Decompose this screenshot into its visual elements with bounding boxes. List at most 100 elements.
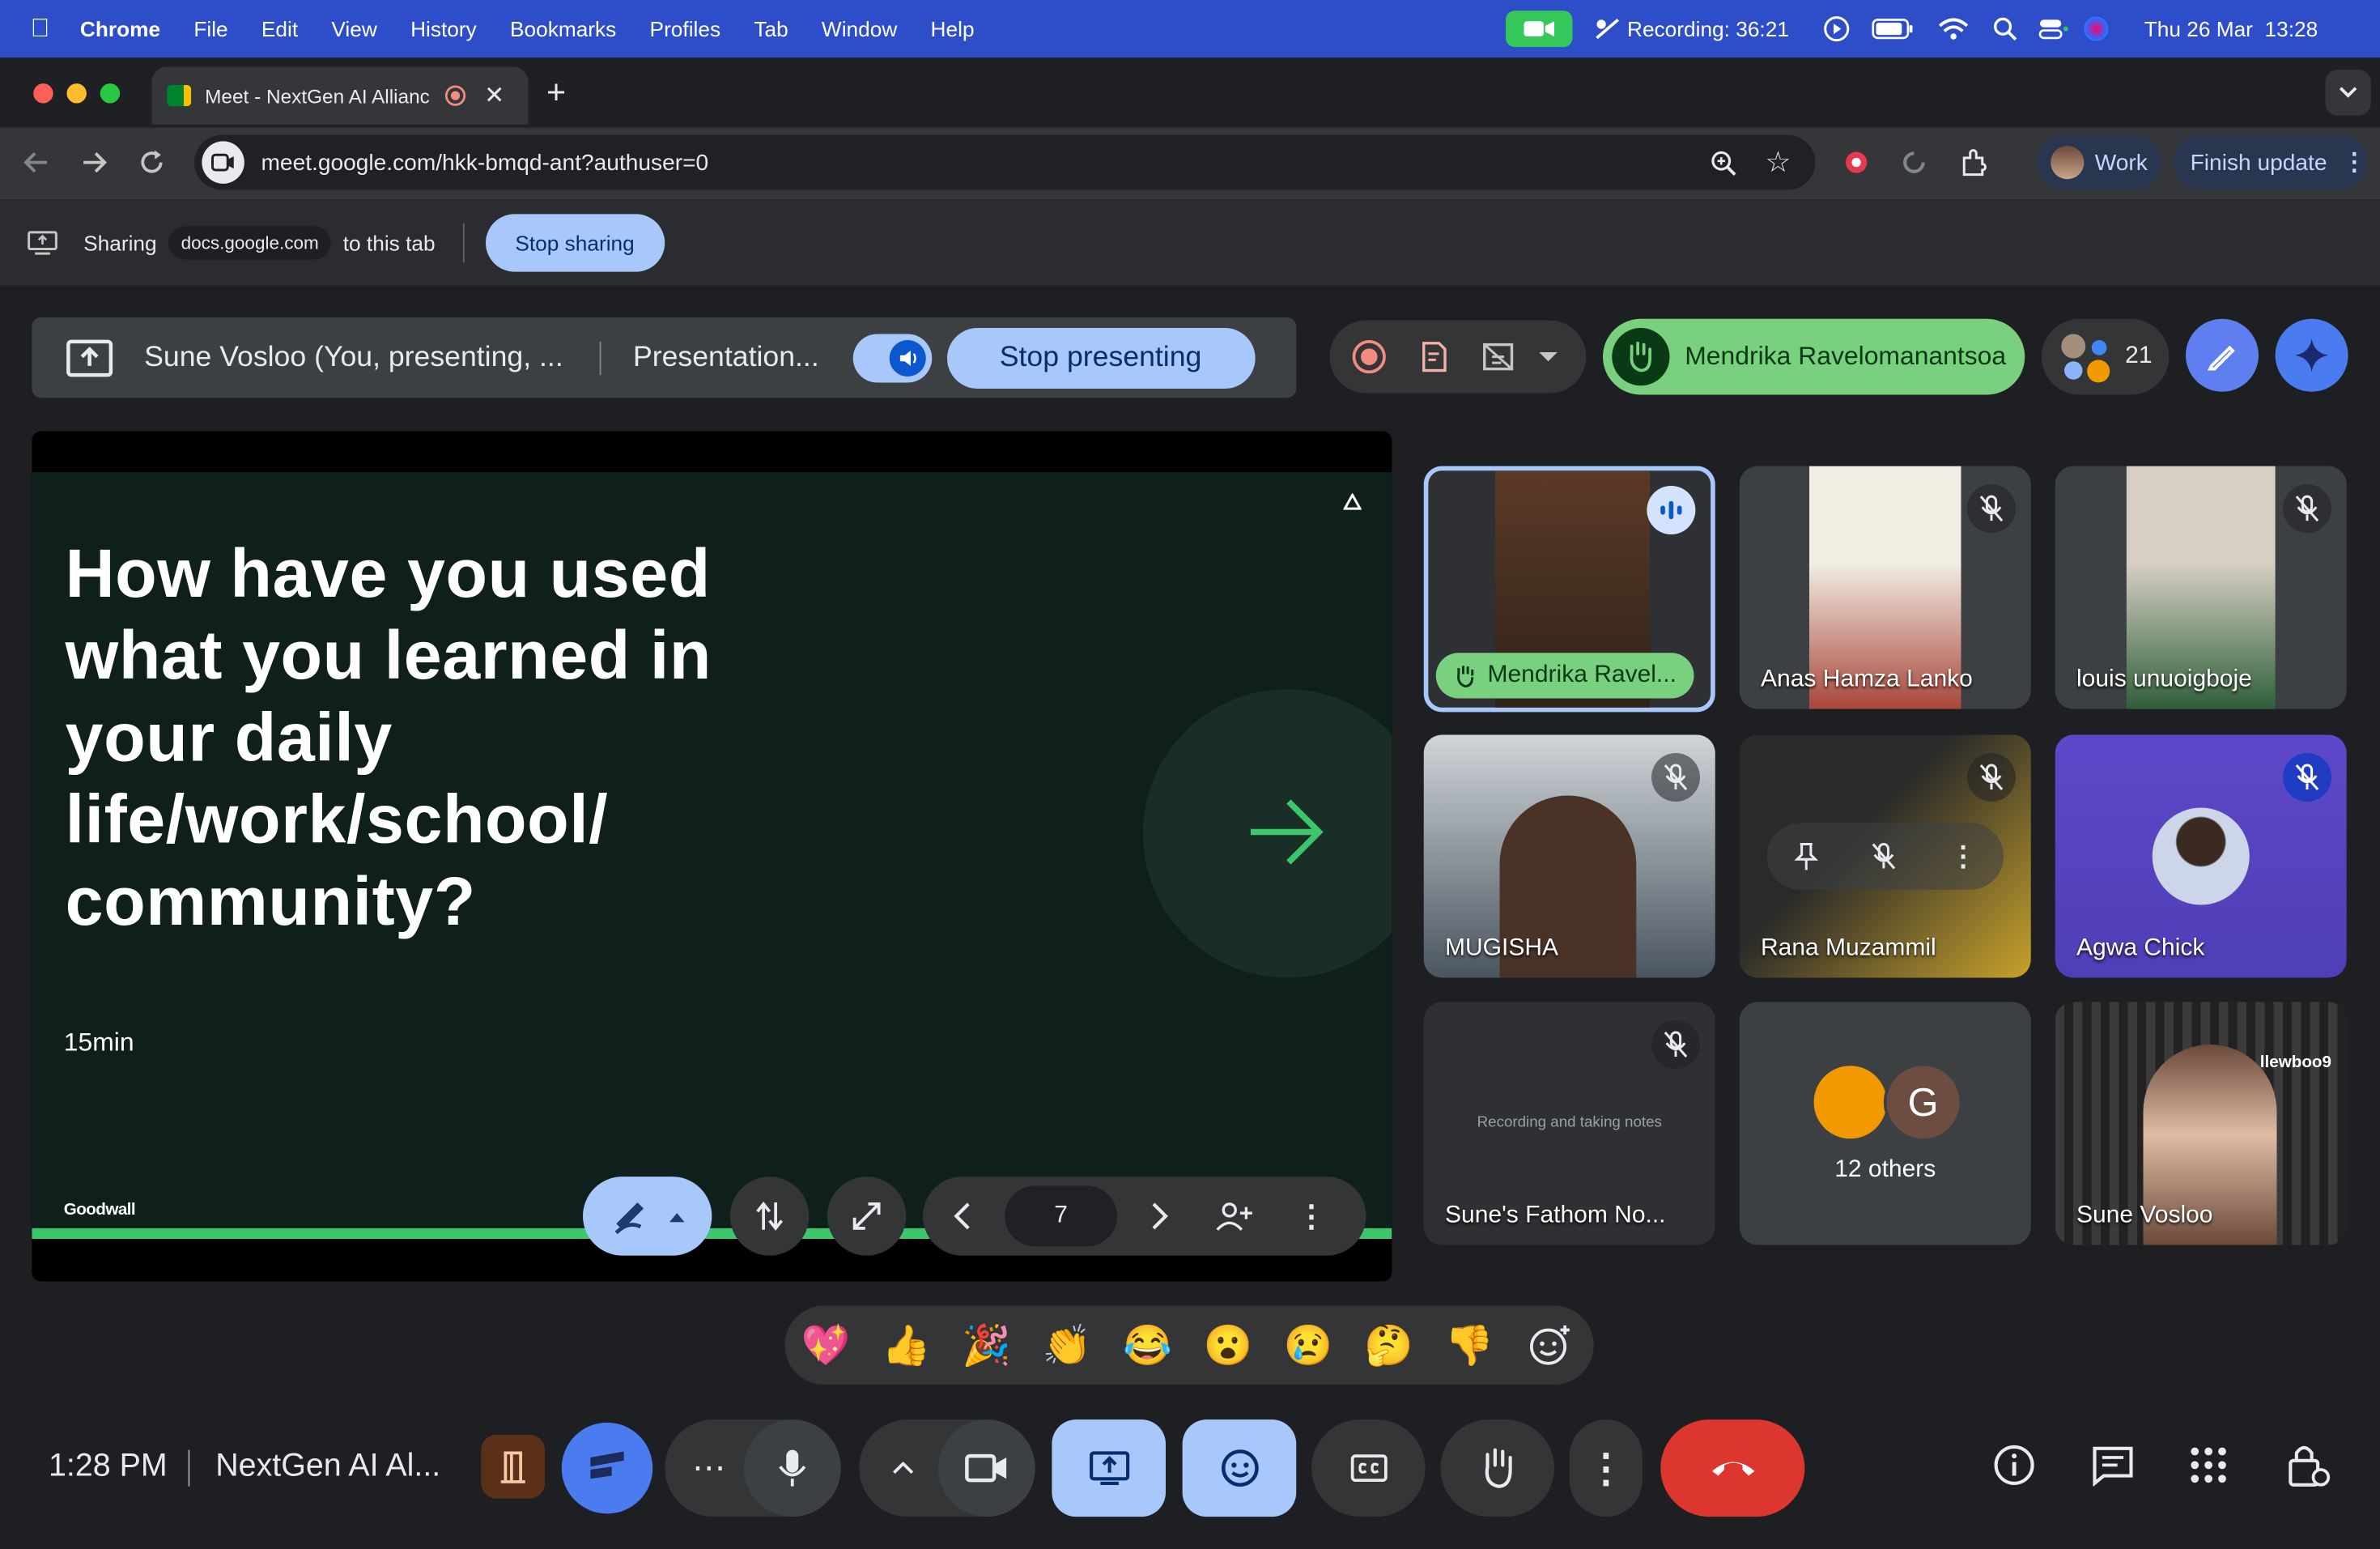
raised-hand-chip[interactable]: Mendrika Ravelomanantsoa bbox=[1603, 318, 2025, 395]
captions-button[interactable] bbox=[1311, 1419, 1426, 1517]
chevron-up-icon[interactable] bbox=[893, 1462, 914, 1475]
reaction-sparkling-heart[interactable]: 💖 bbox=[796, 1315, 856, 1376]
transcript-icon[interactable] bbox=[1416, 338, 1452, 375]
reaction-crying[interactable]: 😢 bbox=[1278, 1315, 1339, 1376]
fullscreen-icon[interactable] bbox=[827, 1177, 907, 1256]
tab-close-icon[interactable]: ✕ bbox=[484, 80, 504, 111]
reaction-clapping[interactable]: 👏 bbox=[1037, 1315, 1098, 1376]
participant-tile[interactable]: MUGISHA bbox=[1423, 734, 1715, 978]
menu-window[interactable]: Window bbox=[822, 17, 897, 41]
zoom-window-icon[interactable] bbox=[100, 83, 121, 104]
meeting-info-icon[interactable] bbox=[1991, 1442, 2037, 1487]
speaker-icon bbox=[888, 339, 925, 377]
reload-icon[interactable] bbox=[137, 147, 168, 178]
next-slide-icon[interactable] bbox=[1150, 1201, 1169, 1232]
bookmark-star-icon[interactable]: ☆ bbox=[1766, 145, 1791, 180]
recording-timer[interactable]: Recording: 36:21 bbox=[1627, 17, 1789, 41]
menu-help[interactable]: Help bbox=[931, 17, 975, 41]
menu-bookmarks[interactable]: Bookmarks bbox=[510, 17, 616, 41]
presentation-audio-toggle[interactable] bbox=[852, 333, 932, 382]
menu-file[interactable]: File bbox=[193, 17, 227, 41]
no-notes-icon[interactable] bbox=[1480, 338, 1516, 375]
menu-profiles[interactable]: Profiles bbox=[650, 17, 721, 41]
reaction-surprised[interactable]: 😮 bbox=[1197, 1315, 1258, 1376]
fathom-app-button[interactable] bbox=[561, 1422, 653, 1514]
menu-tab[interactable]: Tab bbox=[754, 17, 788, 41]
participant-tile[interactable]: Agwa Chick bbox=[2055, 734, 2347, 978]
menu-view[interactable]: View bbox=[331, 17, 376, 41]
tab-search-icon[interactable] bbox=[2325, 70, 2371, 116]
wifi-icon[interactable] bbox=[1938, 17, 1969, 41]
apple-icon[interactable]:  bbox=[31, 14, 50, 45]
reaction-party-popper[interactable]: 🎉 bbox=[956, 1315, 1017, 1376]
annotate-button[interactable] bbox=[583, 1177, 712, 1256]
chevron-down-icon[interactable] bbox=[1537, 351, 1558, 363]
control-center-icon[interactable] bbox=[2038, 17, 2068, 41]
camera-active-icon[interactable] bbox=[1506, 11, 1573, 48]
add-person-icon[interactable] bbox=[1214, 1201, 1254, 1232]
record-icon[interactable] bbox=[1351, 338, 1388, 375]
more-vert-icon[interactable]: ⋮ bbox=[1949, 840, 1977, 872]
spotlight-icon[interactable] bbox=[1992, 17, 2017, 41]
new-tab-icon[interactable]: + bbox=[546, 73, 566, 113]
raise-hand-button[interactable] bbox=[1440, 1419, 1554, 1517]
others-tile[interactable]: G 12 others bbox=[1739, 1002, 2031, 1245]
mic-button[interactable] bbox=[743, 1419, 841, 1517]
participant-tile[interactable]: Anas Hamza Lanko bbox=[1739, 466, 2031, 709]
play-icon[interactable] bbox=[1822, 15, 1850, 43]
url-text[interactable]: meet.google.com/hkk-bmqd-ant?authuser=0 bbox=[261, 150, 709, 176]
gemini-sparkle-button[interactable] bbox=[2275, 318, 2348, 392]
mic-off-icon[interactable] bbox=[1872, 843, 1896, 870]
extension-recording-icon[interactable] bbox=[1842, 149, 1870, 177]
presentation-source[interactable]: Presentation... bbox=[633, 341, 819, 374]
slide-page-number[interactable]: 7 bbox=[1005, 1185, 1117, 1247]
reaction-thumbs-down[interactable]: 👎 bbox=[1439, 1315, 1500, 1376]
menu-edit[interactable]: Edit bbox=[261, 17, 298, 41]
participant-tile[interactable]: Mendrika Ravel... bbox=[1423, 466, 1715, 713]
more-options-button[interactable]: ⋮ bbox=[1569, 1419, 1643, 1517]
menu-history[interactable]: History bbox=[410, 17, 477, 41]
participant-tile[interactable]: llewboo9 Sune Vosloo bbox=[2055, 1002, 2347, 1245]
reaction-laughing[interactable]: 😂 bbox=[1117, 1315, 1178, 1376]
meeting-title[interactable]: NextGen AI Al... bbox=[215, 1449, 440, 1485]
extension-loader-icon[interactable] bbox=[1901, 149, 1928, 177]
reaction-thumbs-up[interactable]: 👍 bbox=[876, 1315, 937, 1376]
stop-sharing-button[interactable]: Stop sharing bbox=[485, 213, 665, 271]
tab-meet[interactable]: Meet - NextGen AI Allianc ✕ bbox=[151, 66, 529, 125]
participant-tile[interactable]: Recording and taking notes Sune's Fathom… bbox=[1423, 1002, 1715, 1245]
minimize-window-icon[interactable] bbox=[66, 83, 87, 104]
audio-options-icon[interactable]: ⋯ bbox=[692, 1449, 725, 1488]
zoom-icon[interactable] bbox=[1711, 150, 1736, 176]
participants-button[interactable]: 21 bbox=[2041, 318, 2170, 395]
reactions-button[interactable] bbox=[1182, 1419, 1297, 1517]
battery-icon[interactable] bbox=[1871, 19, 1914, 40]
more-vert-icon[interactable]: ⋮ bbox=[1296, 1197, 1327, 1235]
close-window-icon[interactable] bbox=[33, 83, 53, 104]
swap-icon[interactable] bbox=[729, 1177, 810, 1256]
back-icon[interactable] bbox=[21, 147, 52, 178]
chat-icon[interactable] bbox=[2090, 1444, 2136, 1487]
participant-tile[interactable]: ⋮ Rana Muzammil bbox=[1739, 734, 2031, 978]
menubar-datetime[interactable]: Thu 26 Mar 13:28 bbox=[2144, 17, 2318, 41]
address-bar[interactable]: meet.google.com/hkk-bmqd-ant?authuser=0 … bbox=[194, 134, 1816, 190]
whiteboard-pen-button[interactable] bbox=[2186, 318, 2259, 392]
door-icon[interactable] bbox=[481, 1434, 546, 1499]
camera-button[interactable] bbox=[937, 1419, 1035, 1517]
profile-work-button[interactable]: Work bbox=[2037, 134, 2161, 190]
present-button[interactable] bbox=[1052, 1419, 1166, 1517]
host-controls-lock-icon[interactable] bbox=[2286, 1440, 2331, 1489]
add-reaction-icon[interactable] bbox=[1519, 1315, 1580, 1376]
activities-grid-icon[interactable] bbox=[2189, 1445, 2229, 1485]
pin-icon[interactable] bbox=[1793, 841, 1818, 872]
prev-slide-icon[interactable] bbox=[954, 1201, 972, 1232]
finish-update-button[interactable]: Finish update ⋮ bbox=[2174, 134, 2368, 190]
reaction-thinking[interactable]: 🤔 bbox=[1358, 1315, 1419, 1376]
menu-app-name[interactable]: Chrome bbox=[80, 17, 160, 41]
site-info-icon[interactable] bbox=[202, 141, 244, 184]
participant-tile[interactable]: louis unuoigboje bbox=[2055, 466, 2347, 709]
forward-icon[interactable] bbox=[79, 147, 110, 178]
siri-icon[interactable] bbox=[2083, 16, 2108, 41]
extensions-puzzle-icon[interactable] bbox=[1960, 147, 1991, 178]
stop-presenting-button[interactable]: Stop presenting bbox=[946, 327, 1255, 389]
leave-call-button[interactable] bbox=[1660, 1419, 1805, 1517]
